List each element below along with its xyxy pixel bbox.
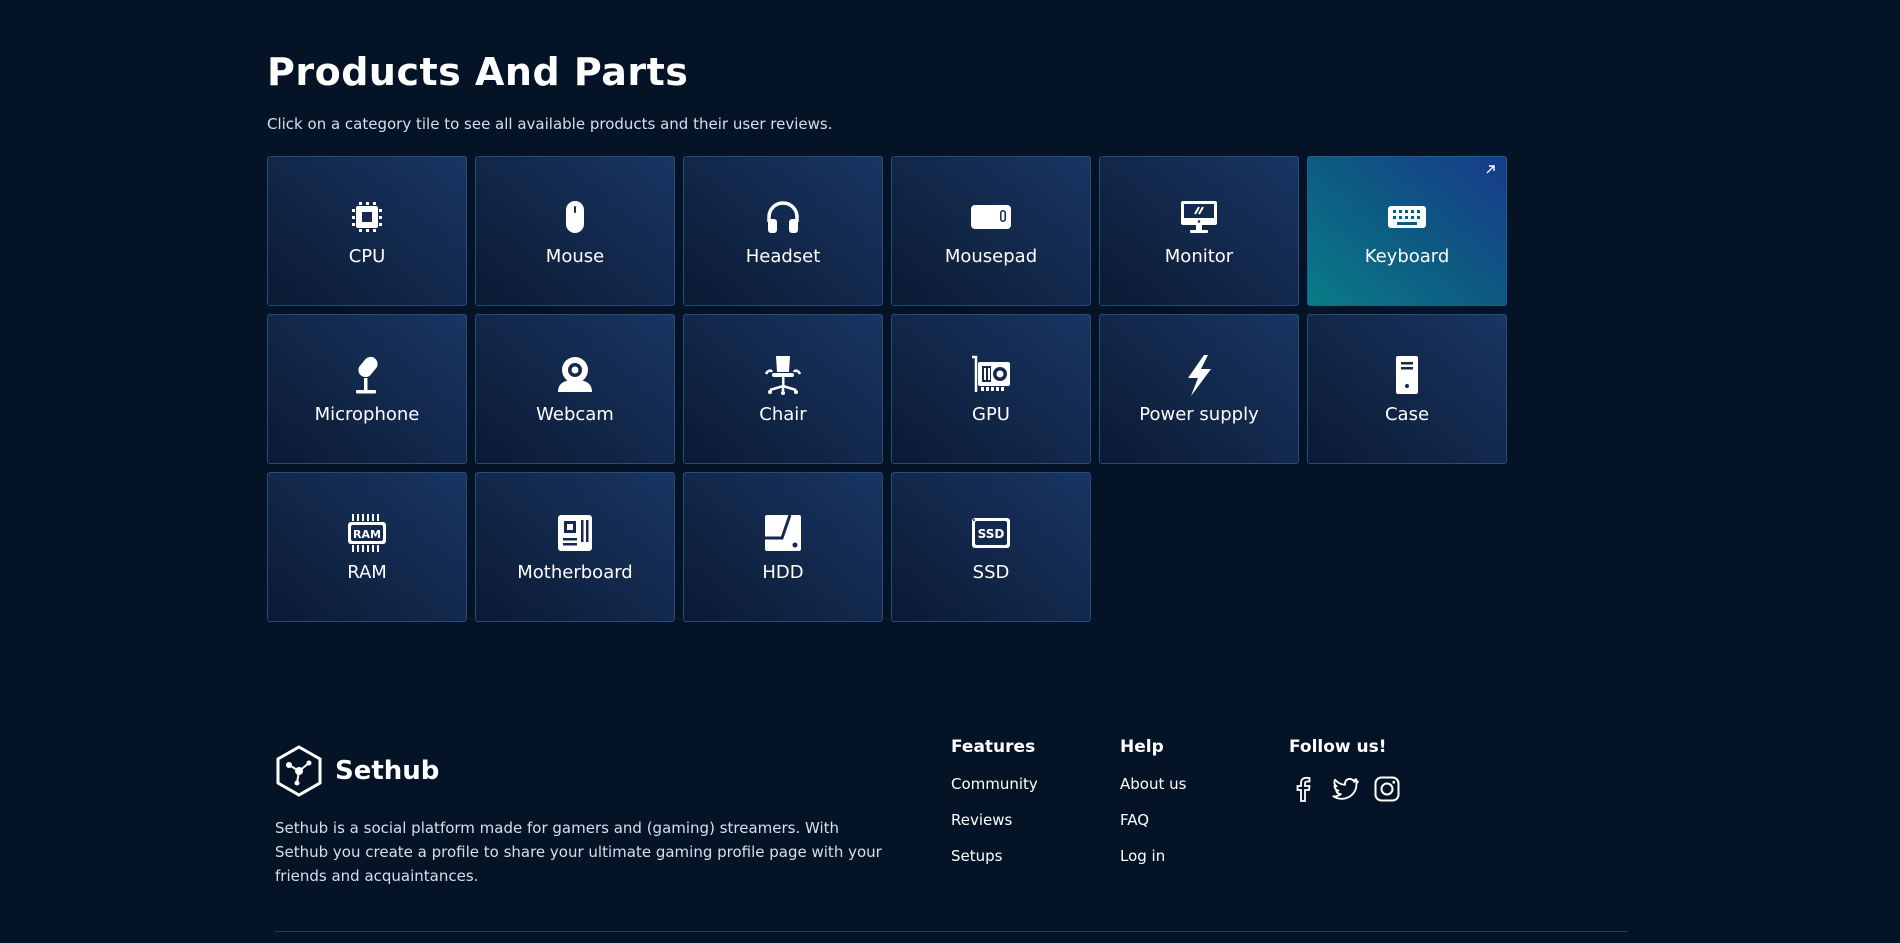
category-label: GPU <box>972 403 1010 425</box>
category-tile-mouse[interactable]: Mouse <box>475 156 675 306</box>
footer-link-community[interactable]: Community <box>951 775 1038 797</box>
footer-logo[interactable]: Sethub <box>275 745 439 797</box>
footer-follow-heading: Follow us! <box>1289 737 1387 757</box>
category-tile-cpu[interactable]: CPU <box>267 156 467 306</box>
footer-link-setups[interactable]: Setups <box>951 847 1038 869</box>
chair-icon <box>762 354 804 396</box>
footer-description: Sethub is a social platform made for gam… <box>275 819 882 885</box>
footer-link-log-in[interactable]: Log in <box>1120 847 1186 869</box>
footer-link-about-us[interactable]: About us <box>1120 775 1186 797</box>
gpu-icon <box>970 354 1012 396</box>
category-label: Chair <box>759 403 807 425</box>
category-tile-gpu[interactable]: GPU <box>891 314 1091 464</box>
category-label: Keyboard <box>1364 245 1450 267</box>
category-label: Headset <box>745 245 821 267</box>
category-label: Mousepad <box>944 245 1038 267</box>
category-tile-ram[interactable]: RAM RAM <box>267 472 467 622</box>
category-label: CPU <box>348 245 386 267</box>
category-grid: CPU Mouse Headset Mousepad Monitor Keybo… <box>267 156 1507 622</box>
footer-link-reviews[interactable]: Reviews <box>951 811 1038 833</box>
category-tile-keyboard[interactable]: Keyboard <box>1307 156 1507 306</box>
twitter-icon[interactable] <box>1331 775 1359 803</box>
svg-text:RAM: RAM <box>353 528 381 541</box>
category-tile-chair[interactable]: Chair <box>683 314 883 464</box>
svg-text:SSD: SSD <box>978 527 1005 541</box>
lightning-icon <box>1178 354 1220 396</box>
category-label: Webcam <box>536 403 614 425</box>
footer-features-heading: Features <box>951 737 1036 757</box>
instagram-icon[interactable] <box>1373 775 1401 803</box>
footer-help-heading: Help <box>1120 737 1164 757</box>
sethub-logo-icon <box>275 745 323 797</box>
category-label: Monitor <box>1164 245 1234 267</box>
category-label: Power supply <box>1139 403 1259 425</box>
headset-icon <box>762 196 804 238</box>
mousepad-icon <box>970 196 1012 238</box>
category-tile-webcam[interactable]: Webcam <box>475 314 675 464</box>
footer-help: Help About us FAQ Log in <box>1120 737 1186 883</box>
category-label: Microphone <box>314 403 420 425</box>
footer-brand-name: Sethub <box>335 756 440 786</box>
category-tile-microphone[interactable]: Microphone <box>267 314 467 464</box>
category-label: HDD <box>762 561 804 583</box>
category-label: Mouse <box>545 245 605 267</box>
motherboard-icon <box>554 512 596 554</box>
category-tile-hdd[interactable]: HDD <box>683 472 883 622</box>
case-icon <box>1386 354 1428 396</box>
external-link-icon <box>1486 165 1495 174</box>
category-label: Motherboard <box>517 561 633 583</box>
page-subtitle: Click on a category tile to see all avai… <box>267 115 833 133</box>
category-tile-ssd[interactable]: SSD SSD <box>891 472 1091 622</box>
hdd-icon <box>762 512 804 554</box>
category-tile-headset[interactable]: Headset <box>683 156 883 306</box>
keyboard-icon <box>1386 196 1428 238</box>
webcam-icon <box>554 354 596 396</box>
category-tile-case[interactable]: Case <box>1307 314 1507 464</box>
cpu-icon <box>346 196 388 238</box>
monitor-icon <box>1178 196 1220 238</box>
footer-link-faq[interactable]: FAQ <box>1120 811 1186 833</box>
ssd-icon: SSD <box>970 512 1012 554</box>
microphone-icon <box>346 354 388 396</box>
footer-follow: Follow us! <box>1289 737 1401 803</box>
category-tile-power-supply[interactable]: Power supply <box>1099 314 1299 464</box>
category-label: Case <box>1384 403 1430 425</box>
category-tile-monitor[interactable]: Monitor <box>1099 156 1299 306</box>
footer-features: Features Community Reviews Setups <box>951 737 1038 883</box>
category-label: RAM <box>347 561 387 583</box>
social-links <box>1289 775 1401 803</box>
facebook-icon[interactable] <box>1289 775 1317 803</box>
category-tile-motherboard[interactable]: Motherboard <box>475 472 675 622</box>
footer-divider <box>275 931 1628 932</box>
mouse-icon <box>554 196 596 238</box>
ram-icon: RAM <box>346 512 388 554</box>
category-label: SSD <box>972 561 1010 583</box>
page-title: Products And Parts <box>267 50 689 94</box>
category-tile-mousepad[interactable]: Mousepad <box>891 156 1091 306</box>
